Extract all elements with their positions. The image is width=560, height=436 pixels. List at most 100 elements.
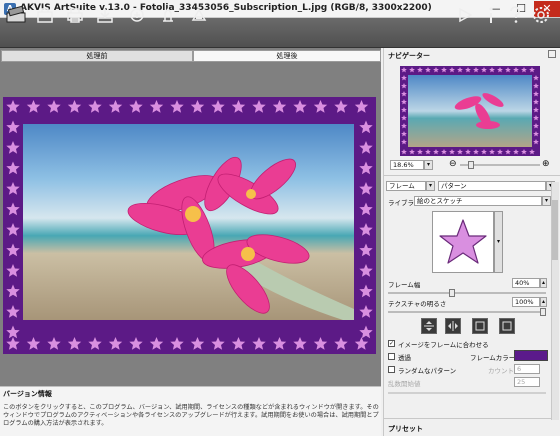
navigator-title: ナビゲーター <box>388 52 430 60</box>
frame-star <box>170 100 184 113</box>
texture-brightness-slider-handle[interactable] <box>540 308 546 316</box>
tab-before[interactable]: 処理前 <box>1 50 193 62</box>
presets-title: プリセット <box>388 425 423 433</box>
frame-width-field[interactable]: 40% <box>512 278 540 288</box>
frame-star <box>533 91 539 97</box>
navigator-thumbnail[interactable] <box>400 66 540 156</box>
preferences-icon[interactable] <box>530 4 552 26</box>
frame-star <box>409 67 415 73</box>
frame-star <box>6 243 20 257</box>
help-icon[interactable] <box>504 4 526 26</box>
frame-star <box>441 149 447 155</box>
stepper-icon[interactable]: ▴ <box>540 297 547 307</box>
open-icon[interactable] <box>4 4 30 26</box>
navigator-collapse-icon[interactable] <box>548 50 556 58</box>
chevron-down-icon[interactable]: ▾ <box>426 181 435 191</box>
frame-star <box>149 100 164 113</box>
frame-star <box>401 123 407 129</box>
texture-brightness-slider[interactable] <box>388 311 546 313</box>
transparent-checkbox[interactable] <box>388 353 395 360</box>
frame-star <box>533 115 539 121</box>
stepper-icon[interactable]: ▴ <box>540 278 547 288</box>
texture-brightness-field[interactable]: 100% <box>512 297 540 307</box>
image-canvas[interactable] <box>3 97 376 354</box>
zoom-out-icon[interactable]: ⊖ <box>449 159 457 169</box>
frame-star <box>521 149 527 155</box>
library-select[interactable]: 絵のとスケッチ <box>414 196 542 206</box>
frame-star <box>67 100 82 113</box>
frame-style-select[interactable]: パターン <box>438 181 546 191</box>
flip-vertical-icon[interactable] <box>421 318 437 334</box>
random-seed-label: 乱数開始値 <box>388 380 421 388</box>
frame-width-slider-handle[interactable] <box>448 289 455 297</box>
save-icon[interactable] <box>34 4 56 26</box>
flip-horizontal-icon[interactable] <box>445 318 461 334</box>
frame-star <box>489 67 495 73</box>
frame-star <box>6 182 20 195</box>
frame-star <box>6 202 20 216</box>
rotate-right-icon[interactable] <box>499 318 515 334</box>
frame-star <box>108 337 123 350</box>
frame-star <box>170 337 184 350</box>
frame-star <box>465 67 471 73</box>
print-icon[interactable] <box>64 4 86 26</box>
zoom-in-icon[interactable]: ⊕ <box>542 159 550 169</box>
pattern-dropdown-icon[interactable]: ▾ <box>494 211 503 273</box>
frame-star <box>354 337 369 350</box>
texture-brightness-label: テクスチャの明るさ <box>388 300 447 308</box>
fit-image-label: イメージをフレームに合わせる <box>398 341 489 349</box>
frame-star <box>489 149 495 155</box>
frame-star <box>417 67 423 73</box>
frame-star <box>359 264 373 277</box>
scrollbar-thumb[interactable] <box>552 200 558 260</box>
transparent-label: 透過 <box>398 354 411 362</box>
settings-brush-icon[interactable] <box>188 4 210 26</box>
frame-star <box>108 100 123 113</box>
frame-star <box>293 337 307 350</box>
batch-icon[interactable] <box>126 4 148 26</box>
frame-star <box>433 149 439 155</box>
frame-width-slider[interactable] <box>388 292 546 294</box>
random-pattern-checkbox[interactable] <box>388 366 395 373</box>
run-icon[interactable] <box>454 4 476 26</box>
frame-star <box>359 284 373 298</box>
tab-after[interactable]: 処理後 <box>193 50 381 62</box>
effect-type-select[interactable]: フレーム <box>386 181 426 191</box>
random-seed-field: 25 <box>514 377 540 387</box>
frame-star <box>47 337 61 350</box>
frame-star <box>359 305 373 318</box>
frame-star <box>473 149 479 155</box>
zoom-slider-handle[interactable] <box>468 161 474 169</box>
batch-process-icon[interactable] <box>157 4 179 26</box>
info-text: このボタンをクリックすると、このプログラム、バージョン、試用期間、ライセンスの種… <box>3 404 379 427</box>
frame-star <box>6 100 20 113</box>
frame-star <box>401 139 407 145</box>
frame-star <box>465 149 471 155</box>
frame-star <box>252 100 266 113</box>
frame-star <box>433 67 439 73</box>
frame-star <box>533 131 539 137</box>
share-icon[interactable] <box>94 4 116 26</box>
rotate-left-icon[interactable] <box>472 318 488 334</box>
frame-star <box>533 107 539 113</box>
frame-star <box>505 67 511 73</box>
info-icon[interactable] <box>480 4 502 26</box>
frame-star <box>6 120 20 134</box>
chevron-down-icon[interactable]: ▾ <box>424 160 433 170</box>
frame-star <box>533 139 539 145</box>
frame-star <box>26 100 41 113</box>
frame-star <box>401 115 407 121</box>
zoom-field[interactable]: 18.6% <box>390 160 424 170</box>
frame-star <box>425 67 431 73</box>
random-seed-slider <box>388 392 546 394</box>
fit-image-checkbox[interactable]: ✓ <box>388 340 395 347</box>
plumeria-flower-image <box>127 156 354 320</box>
frame-star <box>417 149 423 155</box>
chevron-down-icon[interactable]: ▾ <box>542 196 551 206</box>
frame-star <box>359 202 373 216</box>
frame-color-swatch[interactable] <box>514 350 548 361</box>
frame-star <box>26 337 41 350</box>
frame-star <box>401 149 407 155</box>
frame-star <box>533 75 539 81</box>
pattern-preview[interactable] <box>432 211 494 273</box>
